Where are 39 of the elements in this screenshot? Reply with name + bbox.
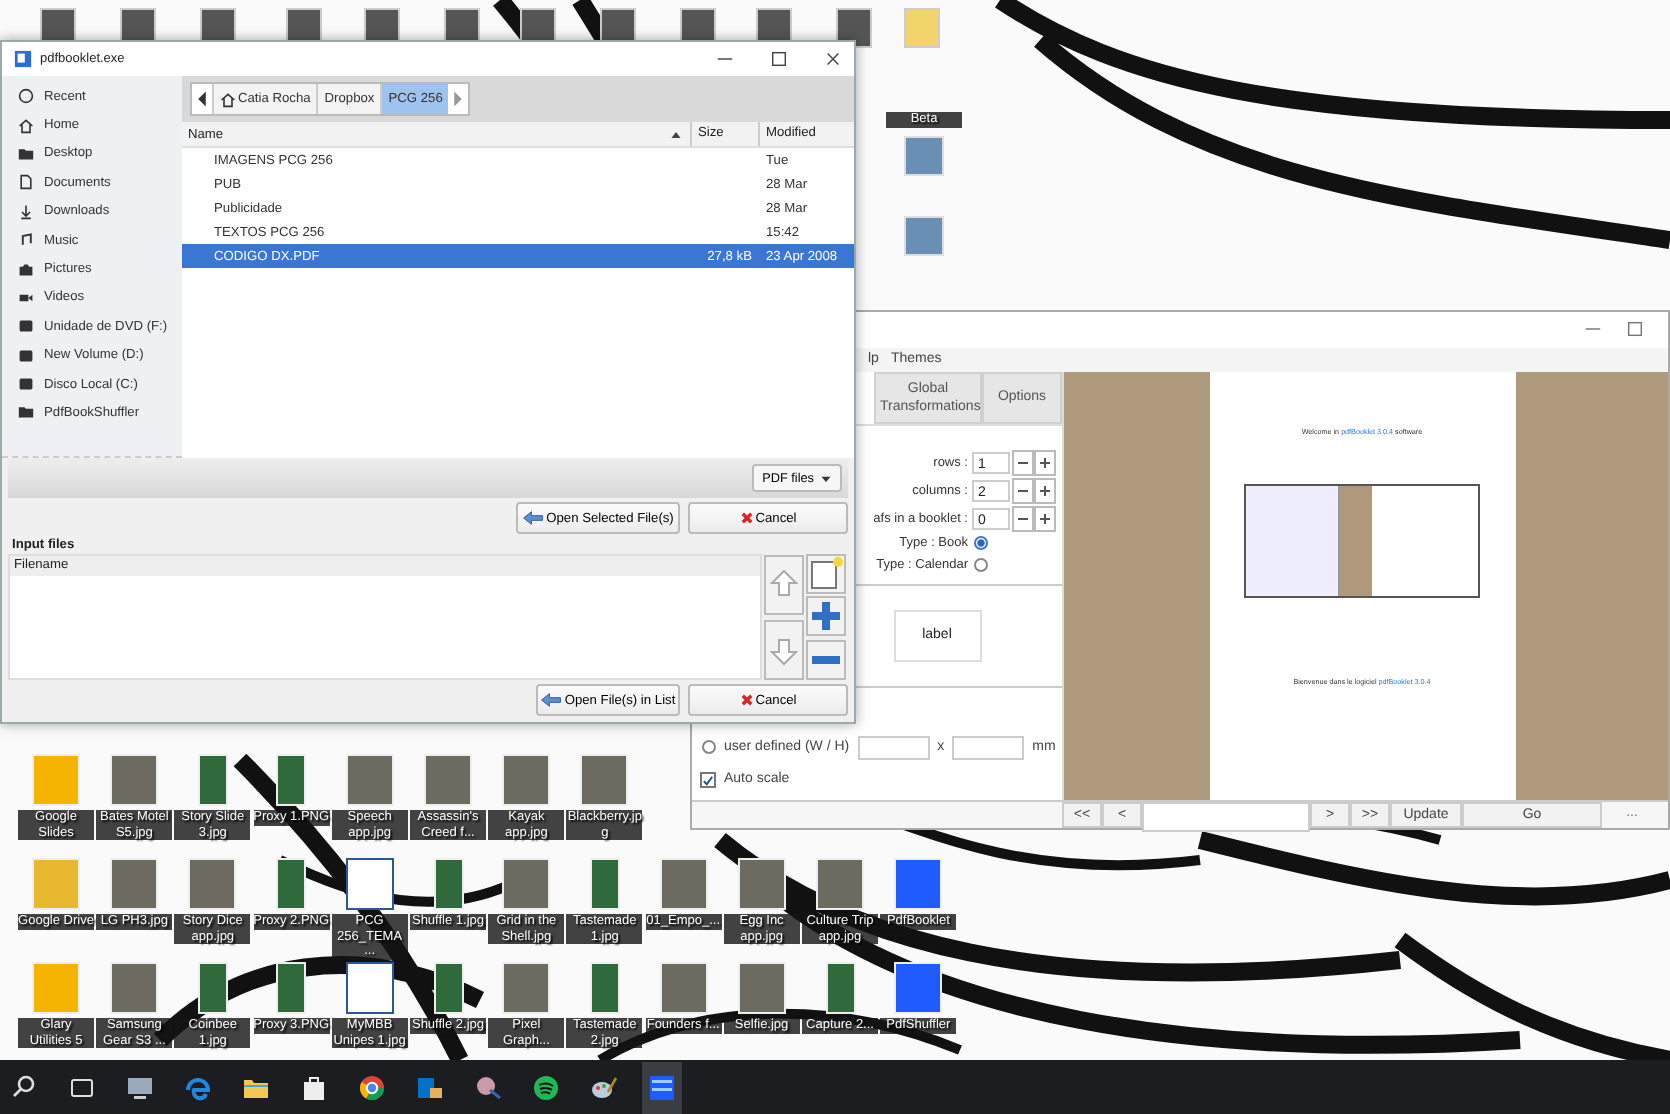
camera-icon	[18, 261, 34, 278]
close-icon[interactable]	[824, 50, 842, 68]
width-field[interactable]	[857, 735, 930, 760]
minus-icon[interactable]	[806, 640, 846, 680]
cross-icon	[739, 510, 754, 526]
minus-icon[interactable]	[1012, 449, 1034, 476]
radio-button[interactable]	[702, 740, 716, 755]
radio-button[interactable]	[974, 558, 988, 573]
minus-icon[interactable]	[1012, 505, 1034, 532]
arrow-icon	[522, 510, 545, 526]
plus-icon[interactable]	[1034, 505, 1056, 532]
plus-icon[interactable]	[806, 596, 846, 636]
maximize-icon[interactable]	[1626, 320, 1644, 339]
radio-button[interactable]	[974, 536, 988, 551]
music-icon	[18, 232, 34, 249]
folder-icon	[18, 404, 34, 421]
checkbox[interactable]	[700, 771, 716, 788]
shortcut-icon[interactable]	[345, 858, 394, 910]
page-field[interactable]	[1142, 802, 1310, 833]
new-file-icon[interactable]	[806, 554, 846, 594]
cross-icon	[739, 692, 754, 708]
pdf-app-icon[interactable]	[642, 1061, 682, 1113]
caret-icon	[820, 473, 832, 483]
arrow-icon	[540, 692, 563, 708]
doc-icon	[18, 174, 34, 191]
video-icon	[18, 289, 34, 306]
minus-icon[interactable]	[1012, 477, 1034, 504]
folder-icon	[18, 145, 34, 162]
shortcut-icon[interactable]	[345, 962, 394, 1014]
clock-icon	[18, 88, 34, 105]
download-icon	[18, 203, 34, 220]
height-field[interactable]	[952, 735, 1025, 760]
app-icon	[14, 50, 32, 68]
maximize-icon[interactable]	[770, 50, 788, 68]
plus-icon[interactable]	[1034, 449, 1056, 476]
home-icon	[18, 117, 34, 134]
sort-arrow-icon	[670, 129, 682, 139]
plus-icon[interactable]	[1034, 477, 1056, 504]
home-icon	[220, 91, 236, 107]
